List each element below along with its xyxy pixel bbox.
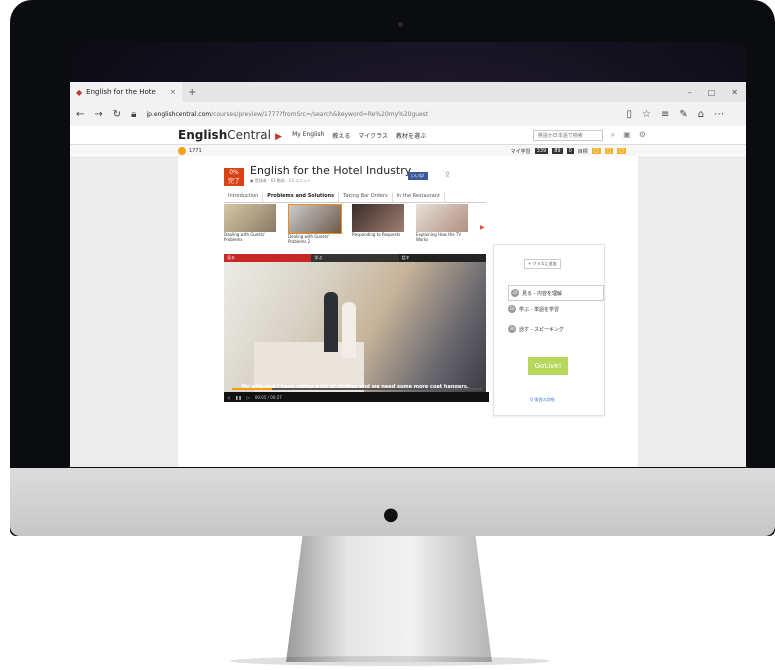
my-stats: マイ学習 339 89 0 目標 □ □ □: [511, 148, 626, 155]
refresh-icon[interactable]: ↻: [113, 109, 121, 120]
monitor-stand: [286, 536, 492, 662]
progress-bar[interactable]: [232, 388, 482, 390]
rewind-icon[interactable]: ◁: [227, 395, 230, 400]
video-person-woman: [342, 302, 356, 358]
video-thumb[interactable]: Dealing with Guests' Problems: [224, 204, 282, 250]
browser-tab[interactable]: ◆ English for the Hote ×: [70, 82, 182, 102]
search-input[interactable]: 英語か日本語で検索: [532, 129, 603, 141]
menu-item-choose-material[interactable]: 教材を選ぶ: [396, 131, 426, 140]
favicon-icon: ◆: [76, 87, 83, 97]
step-learn[interactable]: 20 学ぶ - 単語を学習: [508, 305, 598, 313]
browser-window: ◆ English for the Hote × + – □ ✕ ← → ↻ 🔒…: [70, 82, 746, 467]
forward-icon[interactable]: ▷: [247, 395, 250, 400]
main-menu: My English 教える マイクラス 教材を選ぶ: [292, 131, 426, 140]
tab-problems-and-solutions[interactable]: Problems and Solutions: [263, 192, 340, 202]
next-arrow-icon[interactable]: ▶: [480, 224, 485, 231]
camera: [398, 22, 403, 27]
stat-count-1: 339: [534, 148, 549, 154]
player-controls: ◁ ❚❚ ▷ 00:05 / 00:27: [224, 392, 489, 402]
stat-count-3: 0: [566, 148, 574, 154]
reading-view-icon[interactable]: ▯: [627, 109, 633, 120]
new-tab-button[interactable]: +: [188, 87, 196, 98]
player-tab-speak[interactable]: 話す: [398, 254, 486, 262]
navigation-bar: ← → ↻ 🔒︎ jp.englishcentral.com/courses/p…: [70, 102, 746, 127]
goal-box-2: □: [604, 148, 614, 154]
minimize-button[interactable]: –: [688, 88, 692, 97]
settings-icon[interactable]: ⚙: [639, 130, 646, 140]
apple-logo-icon: ●: [383, 504, 399, 525]
site-area: EnglishCentral ▶ My English 教える マイクラス 教材…: [70, 126, 746, 467]
note-icon[interactable]: ✎: [679, 109, 687, 120]
tab-close-icon[interactable]: ×: [170, 88, 176, 96]
player-tab-watch[interactable]: 見る: [224, 254, 312, 262]
close-window-button[interactable]: ✕: [731, 88, 738, 97]
like-button[interactable]: いいね!: [408, 172, 428, 180]
maximize-button[interactable]: □: [708, 88, 716, 97]
share-icon[interactable]: ⇪: [444, 170, 451, 179]
forward-icon[interactable]: →: [94, 109, 102, 120]
monitor-frame: ◆ English for the Hote × + – □ ✕ ← → ↻ 🔒…: [10, 0, 775, 536]
pause-icon[interactable]: ❚❚: [235, 395, 242, 400]
menu-item-my-class[interactable]: マイクラス: [358, 131, 388, 140]
menu-item-my-english[interactable]: My English: [292, 131, 324, 140]
menu-item-teach[interactable]: 教える: [332, 131, 350, 140]
course-meta: ● 登録者 · 63 動画 · 13 ユニット: [250, 178, 312, 183]
tab-introduction[interactable]: Introduction: [224, 192, 264, 202]
tab-in-the-restaurant[interactable]: In the Restaurant: [393, 192, 445, 202]
back-icon[interactable]: ←: [76, 109, 84, 120]
goal-box-3: □: [617, 148, 626, 154]
points-value: 1771: [189, 148, 202, 154]
stat-count-2: 89: [552, 148, 563, 154]
golive-button[interactable]: GoLive!: [528, 357, 568, 375]
add-to-class-button[interactable]: + クラスに追加: [524, 259, 561, 269]
course-content: 0% 完了 English for the Hotel Industry ● 登録…: [178, 156, 638, 467]
player-tabs: 見る 学ぶ 話す: [224, 254, 486, 262]
goal-label: 目標: [577, 148, 588, 155]
step-watch[interactable]: 20 見る - 内容を理解: [508, 285, 604, 301]
tab-taking-bar-orders[interactable]: Taking Bar Orders: [339, 192, 393, 202]
site-logo[interactable]: EnglishCentral ▶: [178, 128, 282, 142]
address-bar[interactable]: jp.englishcentral.com/courses/preview/17…: [147, 111, 617, 118]
course-title: English for the Hotel Industry: [250, 164, 412, 177]
progress-fill: [232, 388, 272, 390]
unit-tabs: Introduction Problems and Solutions Taki…: [224, 192, 486, 203]
more-icon[interactable]: ⋯: [714, 109, 724, 120]
course-title-box: 0% 完了 English for the Hotel Industry ● 登録…: [224, 164, 486, 194]
goal-box-1: □: [591, 148, 601, 154]
tab-bar: ◆ English for the Hote × + – □ ✕: [70, 82, 746, 102]
player-tab-learn[interactable]: 学ぶ: [311, 254, 399, 262]
points-coin-icon: [178, 147, 186, 155]
hub-icon[interactable]: ≡: [661, 109, 669, 120]
learning-steps-panel: + クラスに追加 20 見る - 内容を理解 20 学ぶ - 単語を学習 30 話す …: [493, 244, 605, 416]
screen: ◆ English for the Hote × + – □ ✕ ← → ↻ 🔒…: [70, 42, 746, 467]
video-thumb[interactable]: Dealing with Guests' Problems 2: [288, 204, 346, 250]
video-thumbnails: Dealing with Guests' Problems Dealing wi…: [224, 204, 486, 250]
my-stats-label: マイ学習: [510, 148, 531, 155]
progress-badge: 0% 完了: [224, 168, 244, 186]
favorite-star-icon[interactable]: ☆: [642, 109, 651, 120]
step-speak[interactable]: 30 話す - スピーキング: [508, 325, 598, 333]
lock-icon: 🔒︎: [131, 108, 137, 120]
stand-shadow: [230, 656, 550, 666]
tab-title: English for the Hote: [86, 88, 156, 96]
video-frame[interactable]: My wife and I have rather a lot of cloth…: [224, 262, 486, 392]
video-person-man: [324, 292, 338, 352]
site-header: EnglishCentral ▶ My English 教える マイクラス 教材…: [70, 126, 746, 145]
video-thumb[interactable]: Responding to Requests: [352, 204, 410, 250]
monitor-chin: [10, 468, 775, 536]
video-thumb[interactable]: Explaining How the TV Works: [416, 204, 474, 250]
review-details-link[interactable]: Q 復習の詳細: [530, 397, 554, 403]
video-player: 見る 学ぶ 話す My wife and I have rather a lot…: [224, 254, 489, 402]
search-icon[interactable]: ⌕: [611, 130, 615, 140]
time-display: 00:05 / 00:27: [254, 394, 282, 400]
share-icon[interactable]: ⌂: [698, 109, 704, 120]
logo-flag-icon: ▶: [275, 132, 283, 142]
profile-icon[interactable]: ▣: [623, 130, 631, 140]
